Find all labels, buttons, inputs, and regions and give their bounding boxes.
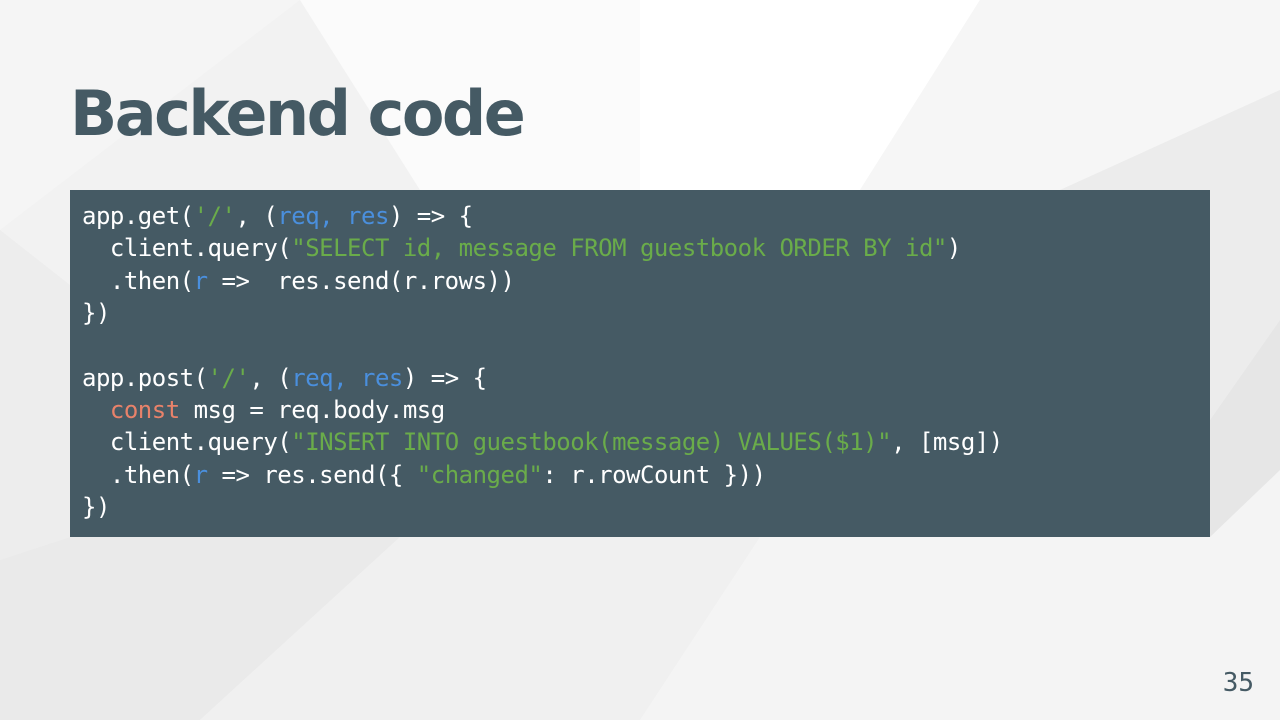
code-line: client.query("INSERT INTO guestbook(mess… bbox=[82, 426, 1210, 458]
code-text: .then( bbox=[82, 266, 194, 295]
code-line: client.query("SELECT id, message FROM gu… bbox=[82, 232, 1210, 264]
code-text: client.query( bbox=[82, 428, 292, 457]
code-string: "changed" bbox=[416, 460, 543, 489]
code-text: app.get( bbox=[82, 202, 194, 230]
code-line: .then(r => res.send(r.rows)) bbox=[82, 265, 1210, 297]
code-text: .then( bbox=[82, 460, 194, 489]
code-string: '/' bbox=[207, 363, 250, 392]
code-parameter: r bbox=[193, 266, 208, 295]
code-string: "INSERT INTO guestbook(message) VALUES($… bbox=[291, 428, 892, 457]
code-line: const msg = req.body.msg bbox=[82, 394, 1210, 426]
code-text: app.post( bbox=[82, 363, 208, 392]
code-line: .then(r => res.send({ "changed": r.rowCo… bbox=[82, 459, 1210, 491]
code-block: app.get('/', (req, res) => { client.quer… bbox=[70, 190, 1210, 537]
code-text: , ( bbox=[235, 202, 278, 230]
code-line: }) bbox=[82, 491, 1210, 523]
code-text: }) bbox=[82, 493, 110, 522]
code-line: app.get('/', (req, res) => { bbox=[82, 200, 1210, 232]
code-line: }) bbox=[82, 297, 1210, 329]
code-string: "SELECT id, message FROM guestbook ORDER… bbox=[291, 234, 947, 263]
code-line: app.post('/', (req, res) => { bbox=[82, 362, 1210, 394]
code-string: '/' bbox=[193, 202, 236, 230]
code-text: => res.send(r.rows)) bbox=[207, 266, 515, 295]
slide-title: Backend code bbox=[70, 77, 526, 150]
code-text: }) bbox=[82, 299, 110, 328]
code-text: => res.send({ bbox=[207, 460, 417, 489]
code-text: ) bbox=[946, 234, 961, 263]
code-text: : r.rowCount })) bbox=[542, 460, 766, 489]
code-parameter: req, res bbox=[277, 202, 389, 230]
page-number: 35 bbox=[1222, 668, 1254, 698]
code-text: , ( bbox=[249, 363, 292, 392]
code-text: msg = req.body.msg bbox=[179, 396, 446, 425]
code-text: , [msg]) bbox=[891, 428, 1003, 457]
code-parameter: req, res bbox=[291, 363, 403, 392]
code-text: client.query( bbox=[82, 234, 292, 263]
code-keyword: const bbox=[109, 396, 180, 425]
code-text: ) => { bbox=[388, 202, 473, 230]
code-text: ) => { bbox=[402, 363, 487, 392]
code-parameter: r bbox=[193, 460, 208, 489]
